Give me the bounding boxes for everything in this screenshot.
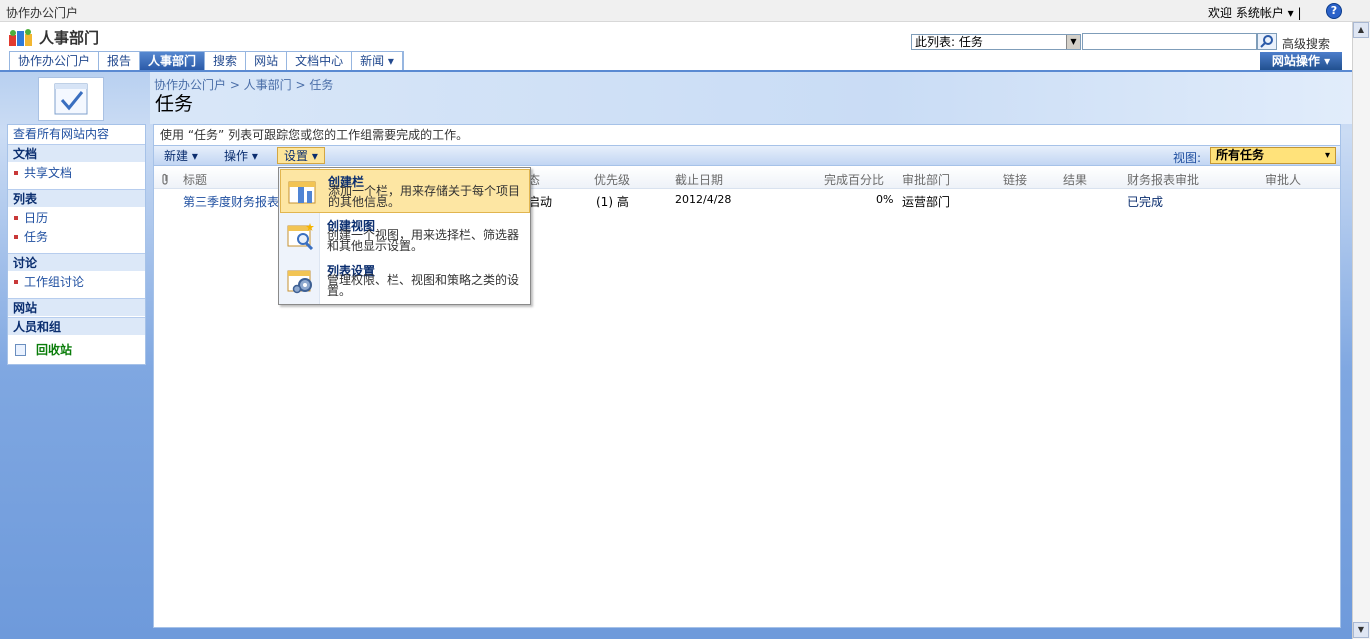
top-bar — [0, 0, 1370, 22]
menu-item-description: 创建一个视图，用来选择栏、筛选器和其他显示设置。 — [327, 228, 520, 253]
attachment-icon — [162, 173, 168, 185]
view-all-content-link[interactable]: 查看所有网站内容 — [8, 125, 145, 143]
task-title-link[interactable]: 第三季度财务报表 — [183, 193, 279, 210]
tab-portal[interactable]: 协作办公门户 — [10, 52, 100, 70]
menu-item-description: 添加一个栏，用来存储关于每个项目的其他信息。 — [328, 184, 521, 209]
bullet-icon — [14, 235, 18, 239]
scroll-down-arrow-icon[interactable]: ▼ — [1353, 622, 1369, 638]
view-select-value: 所有任务 — [1216, 148, 1265, 162]
menu-item-create-column[interactable]: 创建栏 添加一个栏，用来存储关于每个项目的其他信息。 — [280, 169, 530, 213]
new-menu-button[interactable]: 新建 ▾ — [158, 148, 204, 165]
tab-news[interactable]: 新闻 ▾ — [352, 52, 403, 70]
bullet-icon — [14, 280, 18, 284]
site-actions-button[interactable]: 网站操作 ▾ — [1260, 52, 1342, 70]
list-toolbar: 新建 ▾ 操作 ▾ 设置 ▾ — [154, 145, 1340, 166]
column-header-priority[interactable]: 优先级 — [594, 171, 630, 188]
column-header-due-date[interactable]: 截止日期 — [675, 171, 723, 188]
settings-dropdown-menu: 创建栏 添加一个栏，用来存储关于每个项目的其他信息。 创建视图 创建一个视图，用… — [278, 167, 531, 305]
portal-link[interactable]: 协作办公门户 — [6, 4, 78, 21]
column-header-link[interactable]: 链接 — [1003, 171, 1027, 188]
column-header-title[interactable]: 标题 — [183, 171, 207, 188]
vertical-scrollbar[interactable] — [1352, 22, 1370, 639]
view-select[interactable]: 所有任务 ▾ — [1210, 147, 1336, 164]
column-header-result[interactable]: 结果 — [1063, 171, 1087, 188]
list-description: 使用 “任务” 列表可跟踪您或您的工作组需要完成的工作。 — [160, 128, 469, 142]
sidebar-item-label: 共享文档 — [24, 166, 73, 180]
scroll-up-arrow-icon[interactable]: ▲ — [1353, 22, 1369, 38]
view-label: 视图: — [1173, 151, 1202, 165]
recycle-bin-icon — [15, 344, 26, 356]
task-list-icon — [38, 77, 104, 121]
chevron-down-icon[interactable]: ▼ — [1066, 35, 1080, 49]
advanced-search-link[interactable]: 高级搜索 — [1282, 35, 1330, 52]
welcome-user-menu[interactable]: 欢迎 系统帐户 ▾ | — [1208, 4, 1302, 21]
tab-hr-department[interactable]: 人事部门 — [140, 52, 206, 70]
create-column-icon — [288, 181, 316, 204]
menu-item-list-settings[interactable]: 列表设置 管理权限、栏、视图和策略之类的设置。 — [280, 259, 530, 303]
tab-search[interactable]: 搜索 — [205, 52, 247, 70]
task-approval-dept: 运营部门 — [902, 195, 951, 209]
column-header-financial-approval[interactable]: 财务报表审批 — [1127, 171, 1199, 188]
search-scope-value: 此列表: 任务 — [915, 35, 983, 49]
page-title: 任务 — [155, 93, 194, 115]
recycle-bin-link[interactable]: 回收站 — [8, 341, 145, 359]
site-title[interactable]: 人事部门 — [39, 27, 99, 48]
nav-heading-documents[interactable]: 文档 — [8, 144, 145, 162]
search-button[interactable] — [1257, 33, 1277, 50]
sidebar-item-label: 工作组讨论 — [24, 275, 85, 289]
task-due-date: 2012/4/28 — [675, 193, 732, 206]
column-header-approver[interactable]: 审批人 — [1265, 171, 1301, 188]
bullet-icon — [14, 216, 18, 220]
site-logo-icon — [9, 29, 32, 46]
column-header-approval-dept[interactable]: 审批部门 — [902, 171, 950, 188]
search-input[interactable] — [1082, 33, 1257, 50]
nav-heading-discussions[interactable]: 讨论 — [8, 253, 145, 271]
sidebar-item-label: 日历 — [24, 211, 49, 225]
menu-item-create-view[interactable]: 创建视图 创建一个视图，用来选择栏、筛选器和其他显示设置。 — [280, 214, 530, 258]
quick-launch: 查看所有网站内容 文档 共享文档 列表 日历 任务 讨论 工作组讨论 网站 人员… — [7, 124, 146, 365]
sidebar-item-calendar[interactable]: 日历 — [8, 209, 145, 227]
search-scope-select[interactable]: 此列表: 任务 ▼ — [911, 34, 1081, 50]
sidebar-item-label: 任务 — [24, 230, 49, 244]
list-settings-icon — [287, 270, 312, 294]
task-financial-approval[interactable]: 已完成 — [1127, 193, 1163, 210]
menu-item-description: 管理权限、栏、视图和策略之类的设置。 — [327, 273, 520, 298]
sidebar-item-tasks[interactable]: 任务 — [8, 228, 145, 246]
bullet-icon — [14, 171, 18, 175]
task-priority: (1) 高 — [596, 195, 629, 209]
chevron-down-icon: ▾ — [1324, 150, 1330, 161]
column-header-percent-complete[interactable]: 完成百分比 — [824, 171, 884, 188]
create-view-icon — [287, 223, 314, 250]
settings-menu-button[interactable]: 设置 ▾ — [277, 147, 325, 164]
recycle-bin-label: 回收站 — [36, 343, 73, 357]
sidebar-item-shared-docs[interactable]: 共享文档 — [8, 164, 145, 182]
search-icon — [1260, 35, 1273, 48]
nav-heading-people-groups[interactable]: 人员和组 — [8, 317, 145, 335]
tab-reports[interactable]: 报告 — [99, 52, 141, 70]
sidebar-item-team-discussion[interactable]: 工作组讨论 — [8, 273, 145, 291]
top-nav-tabs: 协作办公门户 报告 人事部门 搜索 网站 文档中心 新闻 ▾ — [9, 51, 404, 70]
help-icon[interactable]: ? — [1326, 3, 1342, 19]
nav-heading-sites[interactable]: 网站 — [8, 298, 145, 316]
tab-sites[interactable]: 网站 — [246, 52, 288, 70]
task-percent-complete: 0% — [876, 193, 894, 206]
tab-document-center[interactable]: 文档中心 — [287, 52, 353, 70]
task-status: 启动 — [528, 195, 553, 209]
nav-heading-lists[interactable]: 列表 — [8, 189, 145, 207]
actions-menu-button[interactable]: 操作 ▾ — [218, 148, 264, 165]
